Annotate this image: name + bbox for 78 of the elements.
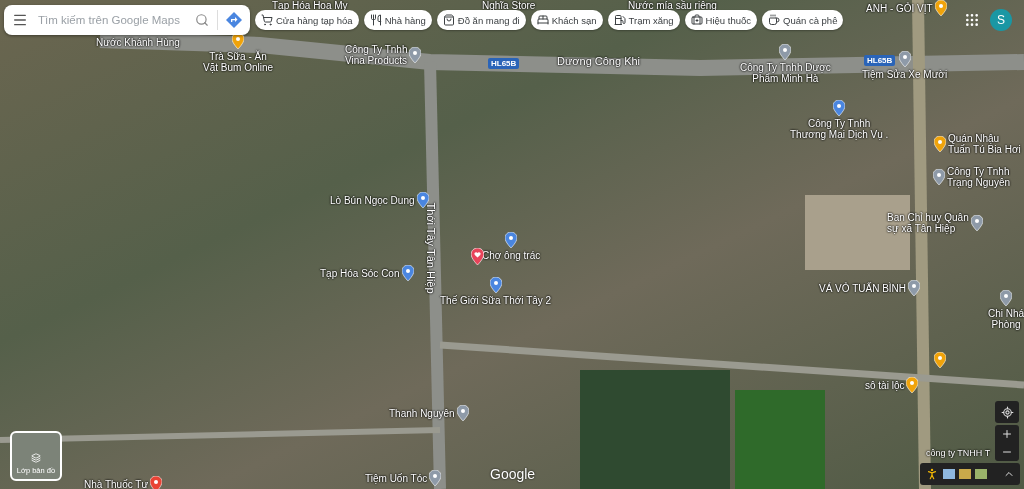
zoom-out-button[interactable] <box>995 443 1019 461</box>
category-chip[interactable]: Quán cà phê <box>762 10 844 30</box>
imagery-thumbnail[interactable] <box>975 469 987 479</box>
takeout-icon <box>442 14 455 26</box>
street-label: Thới Tây Tân Hiệp <box>424 202 437 294</box>
place-label: Nhà Thuốc Tư <box>84 478 149 489</box>
map-pin-icon[interactable] <box>970 215 983 231</box>
map-pin-icon[interactable] <box>150 476 163 489</box>
zoom-in-button[interactable] <box>995 425 1019 443</box>
category-chip[interactable]: Đồ ăn mang đi <box>436 10 526 30</box>
place-label: ANH - GỎI VỊT <box>866 2 933 14</box>
place-label: Công Ty Tnhh Trạng Nguyên <box>947 166 1010 188</box>
map-logo: Google <box>490 466 536 482</box>
category-chip[interactable]: Khách sạn <box>530 10 603 30</box>
place-label: sô tài lộc <box>865 379 905 391</box>
place-label: Tiệm Sửa Xe Mười <box>862 69 948 80</box>
place-label: Tiệm Uốn Tóc <box>365 472 428 484</box>
place-label: Công Ty Tnhh Dược Phẩm Minh Hà <box>740 62 831 84</box>
place-label: Lò Bún Ngọc Dung <box>330 194 415 206</box>
layers-icon <box>31 453 41 463</box>
route-shield: HL65B <box>488 58 520 69</box>
satellite-map[interactable] <box>0 0 1024 489</box>
plus-icon <box>1001 428 1013 440</box>
map-pin-icon[interactable] <box>489 277 502 293</box>
category-chip[interactable]: Nhà hàng <box>363 10 432 30</box>
search-bar[interactable]: Tìm kiếm trên Google Maps <box>4 5 250 35</box>
map-pin-icon[interactable] <box>429 470 442 486</box>
place-label: Chợ ông trác <box>482 250 541 261</box>
heart-pin-icon[interactable] <box>471 248 484 265</box>
gas-icon <box>613 14 626 26</box>
map-pin-icon[interactable] <box>906 377 919 393</box>
map-pin-icon[interactable] <box>1000 290 1013 306</box>
place-label: Tạp Hóa Hoa My <box>272 0 348 11</box>
map-pin-icon[interactable] <box>779 44 792 60</box>
pharmacy-icon <box>690 14 703 26</box>
map-pin-icon[interactable] <box>409 47 422 63</box>
map-pin-icon[interactable] <box>833 100 846 116</box>
restaurant-icon <box>369 14 382 26</box>
locate-icon <box>1000 405 1014 419</box>
map-pin-icon[interactable] <box>416 192 429 208</box>
category-chip[interactable]: Hiệu thuốc <box>684 10 757 30</box>
street-label: Dương Công Khi <box>557 55 641 67</box>
pegman-icon[interactable] <box>925 467 939 481</box>
place-label: Nghĩa Store <box>482 0 536 11</box>
map-pin-icon[interactable] <box>401 265 414 281</box>
map-pin-icon[interactable] <box>898 51 911 67</box>
place-label: Quán Nhậu Tuấn Tú Bia Hơi <box>948 133 1021 155</box>
place-label: Tạp Hóa Sóc Con <box>320 267 400 279</box>
place-label: Chi Nhá Phòng <box>988 308 1024 330</box>
place-label: Trà Sữa - Ăn Vặt Bum Online <box>203 51 274 73</box>
place-label: VÁ VỎ TUẤN BÌNH <box>819 282 907 294</box>
place-label: Nước mía sầu riêng <box>628 0 717 11</box>
imagery-thumbnail[interactable] <box>959 469 971 479</box>
map-pin-icon[interactable] <box>908 280 921 296</box>
map-pin-icon[interactable] <box>232 33 244 49</box>
place-label: công ty TNHH T <box>926 448 991 459</box>
map-pin-icon[interactable] <box>456 405 469 421</box>
hotel-icon <box>536 14 549 26</box>
cart-icon <box>261 14 273 26</box>
map-pin-icon[interactable] <box>934 136 946 152</box>
map-pin-icon[interactable] <box>933 169 945 185</box>
my-location-button[interactable] <box>995 401 1019 423</box>
place-label: Công Ty Tnhh Thương Mại Dịch Vụ . <box>790 118 889 140</box>
menu-icon[interactable] <box>12 12 28 28</box>
map-pin-icon[interactable] <box>505 232 518 248</box>
imagery-thumbnail[interactable] <box>943 469 955 479</box>
place-label: Thanh Nguyên <box>389 407 455 419</box>
category-chip[interactable]: Cửa hàng tạp hóa <box>255 10 359 30</box>
route-shield: HL65B <box>864 55 896 66</box>
place-label: Nước Khánh Hùng <box>96 37 180 48</box>
category-chip[interactable]: Trạm xăng <box>607 10 680 30</box>
place-label: Thế Giới Sữa Thới Tây 2 <box>440 295 552 306</box>
cafe-icon <box>768 14 780 26</box>
map-pin-icon[interactable] <box>934 352 946 368</box>
search-icon[interactable] <box>195 13 209 27</box>
directions-icon[interactable] <box>226 12 242 28</box>
map-pin-icon[interactable] <box>934 0 947 16</box>
apps-grid-icon[interactable] <box>964 12 980 28</box>
